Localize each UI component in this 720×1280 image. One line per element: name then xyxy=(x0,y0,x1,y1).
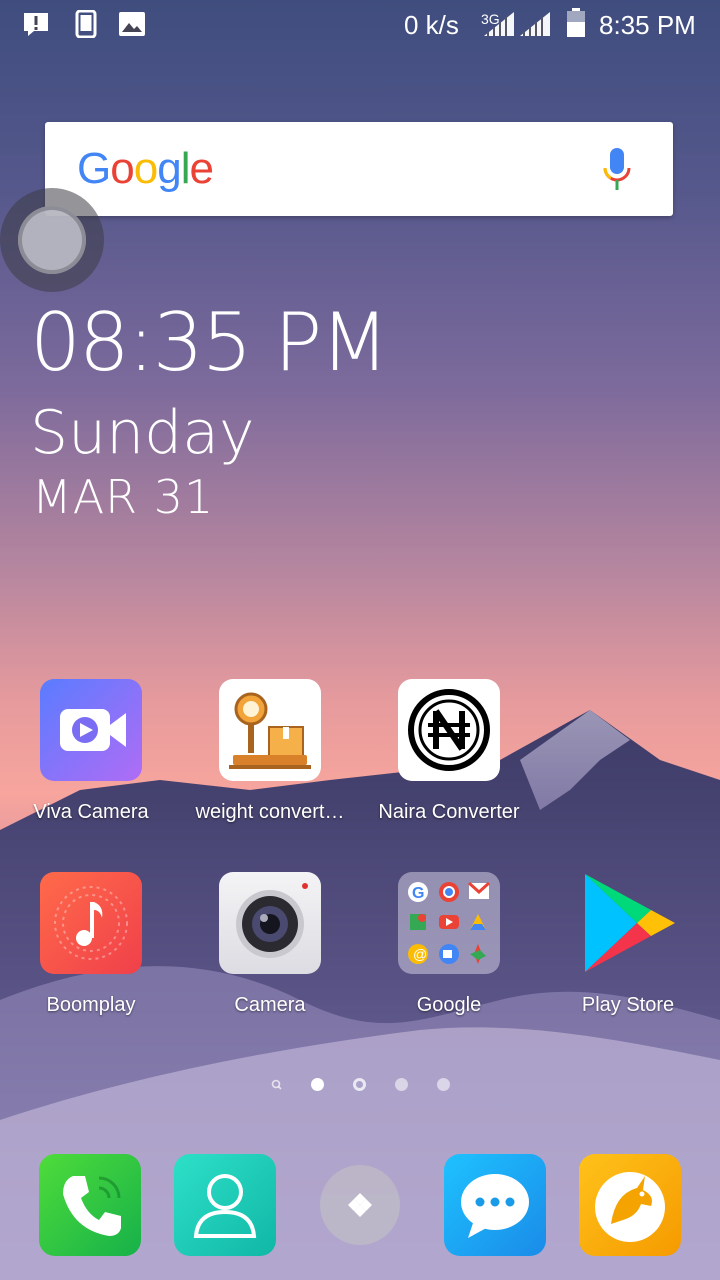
page-indicator xyxy=(0,1078,720,1094)
alert-notification-icon xyxy=(24,13,48,36)
signal-icon xyxy=(484,12,550,36)
page-dot[interactable] xyxy=(395,1078,408,1091)
app-weight-converter[interactable]: weight convert… xyxy=(180,679,360,824)
phone-device-icon xyxy=(75,10,97,38)
weight-scale-icon xyxy=(219,679,321,781)
clock-widget-time[interactable]: 08:35 PM xyxy=(30,296,389,389)
viva-camera-icon xyxy=(40,679,142,781)
app-label: Naira Converter xyxy=(378,801,520,823)
app-label: Play Store xyxy=(581,994,675,1016)
app-label: Boomplay xyxy=(46,994,136,1016)
google-folder-icon: G @ xyxy=(398,872,500,974)
app-camera[interactable]: Camera xyxy=(180,872,360,1017)
messaging-icon[interactable] xyxy=(444,1154,546,1256)
search-page-icon[interactable] xyxy=(271,1078,283,1092)
play-store-icon xyxy=(577,872,679,974)
app-drawer-icon[interactable] xyxy=(320,1165,400,1245)
app-label: Viva Camera xyxy=(33,801,149,823)
image-icon xyxy=(119,12,145,36)
clock-widget-day: Sunday xyxy=(30,398,255,468)
google-search-bar[interactable]: Google xyxy=(45,122,673,216)
battery-icon xyxy=(567,8,585,37)
music-note-icon xyxy=(40,872,142,974)
app-label: Google xyxy=(416,994,482,1016)
phone-icon[interactable] xyxy=(39,1154,141,1256)
app-boomplay[interactable]: Boomplay xyxy=(1,872,181,1017)
contacts-icon[interactable] xyxy=(174,1154,276,1256)
app-play-store[interactable]: Play Store xyxy=(538,872,718,1017)
status-bar: 0 k/s 3G 8:35 PM xyxy=(0,0,720,50)
folder-google[interactable]: G @ Google xyxy=(359,872,539,1017)
camera-lens-icon xyxy=(219,872,321,974)
page-dot[interactable] xyxy=(437,1078,450,1091)
microphone-icon[interactable] xyxy=(601,148,633,192)
page-dot-active[interactable] xyxy=(311,1078,324,1091)
google-logo: Google xyxy=(77,144,214,193)
clock-widget-date: MAR 31 xyxy=(32,470,215,524)
svg-text:G: G xyxy=(412,885,424,902)
naira-icon xyxy=(398,679,500,781)
app-label: weight convert… xyxy=(195,801,345,823)
floating-assist-button[interactable] xyxy=(0,188,104,292)
net-speed: 0 k/s xyxy=(404,10,459,40)
svg-text:@: @ xyxy=(413,946,427,962)
page-dot[interactable] xyxy=(353,1078,366,1091)
browser-icon[interactable] xyxy=(579,1154,681,1256)
app-naira-converter[interactable]: Naira Converter xyxy=(359,679,539,824)
app-viva-camera[interactable]: Viva Camera xyxy=(1,679,181,824)
app-label: Camera xyxy=(234,994,306,1016)
status-time: 8:35 PM xyxy=(599,10,696,40)
